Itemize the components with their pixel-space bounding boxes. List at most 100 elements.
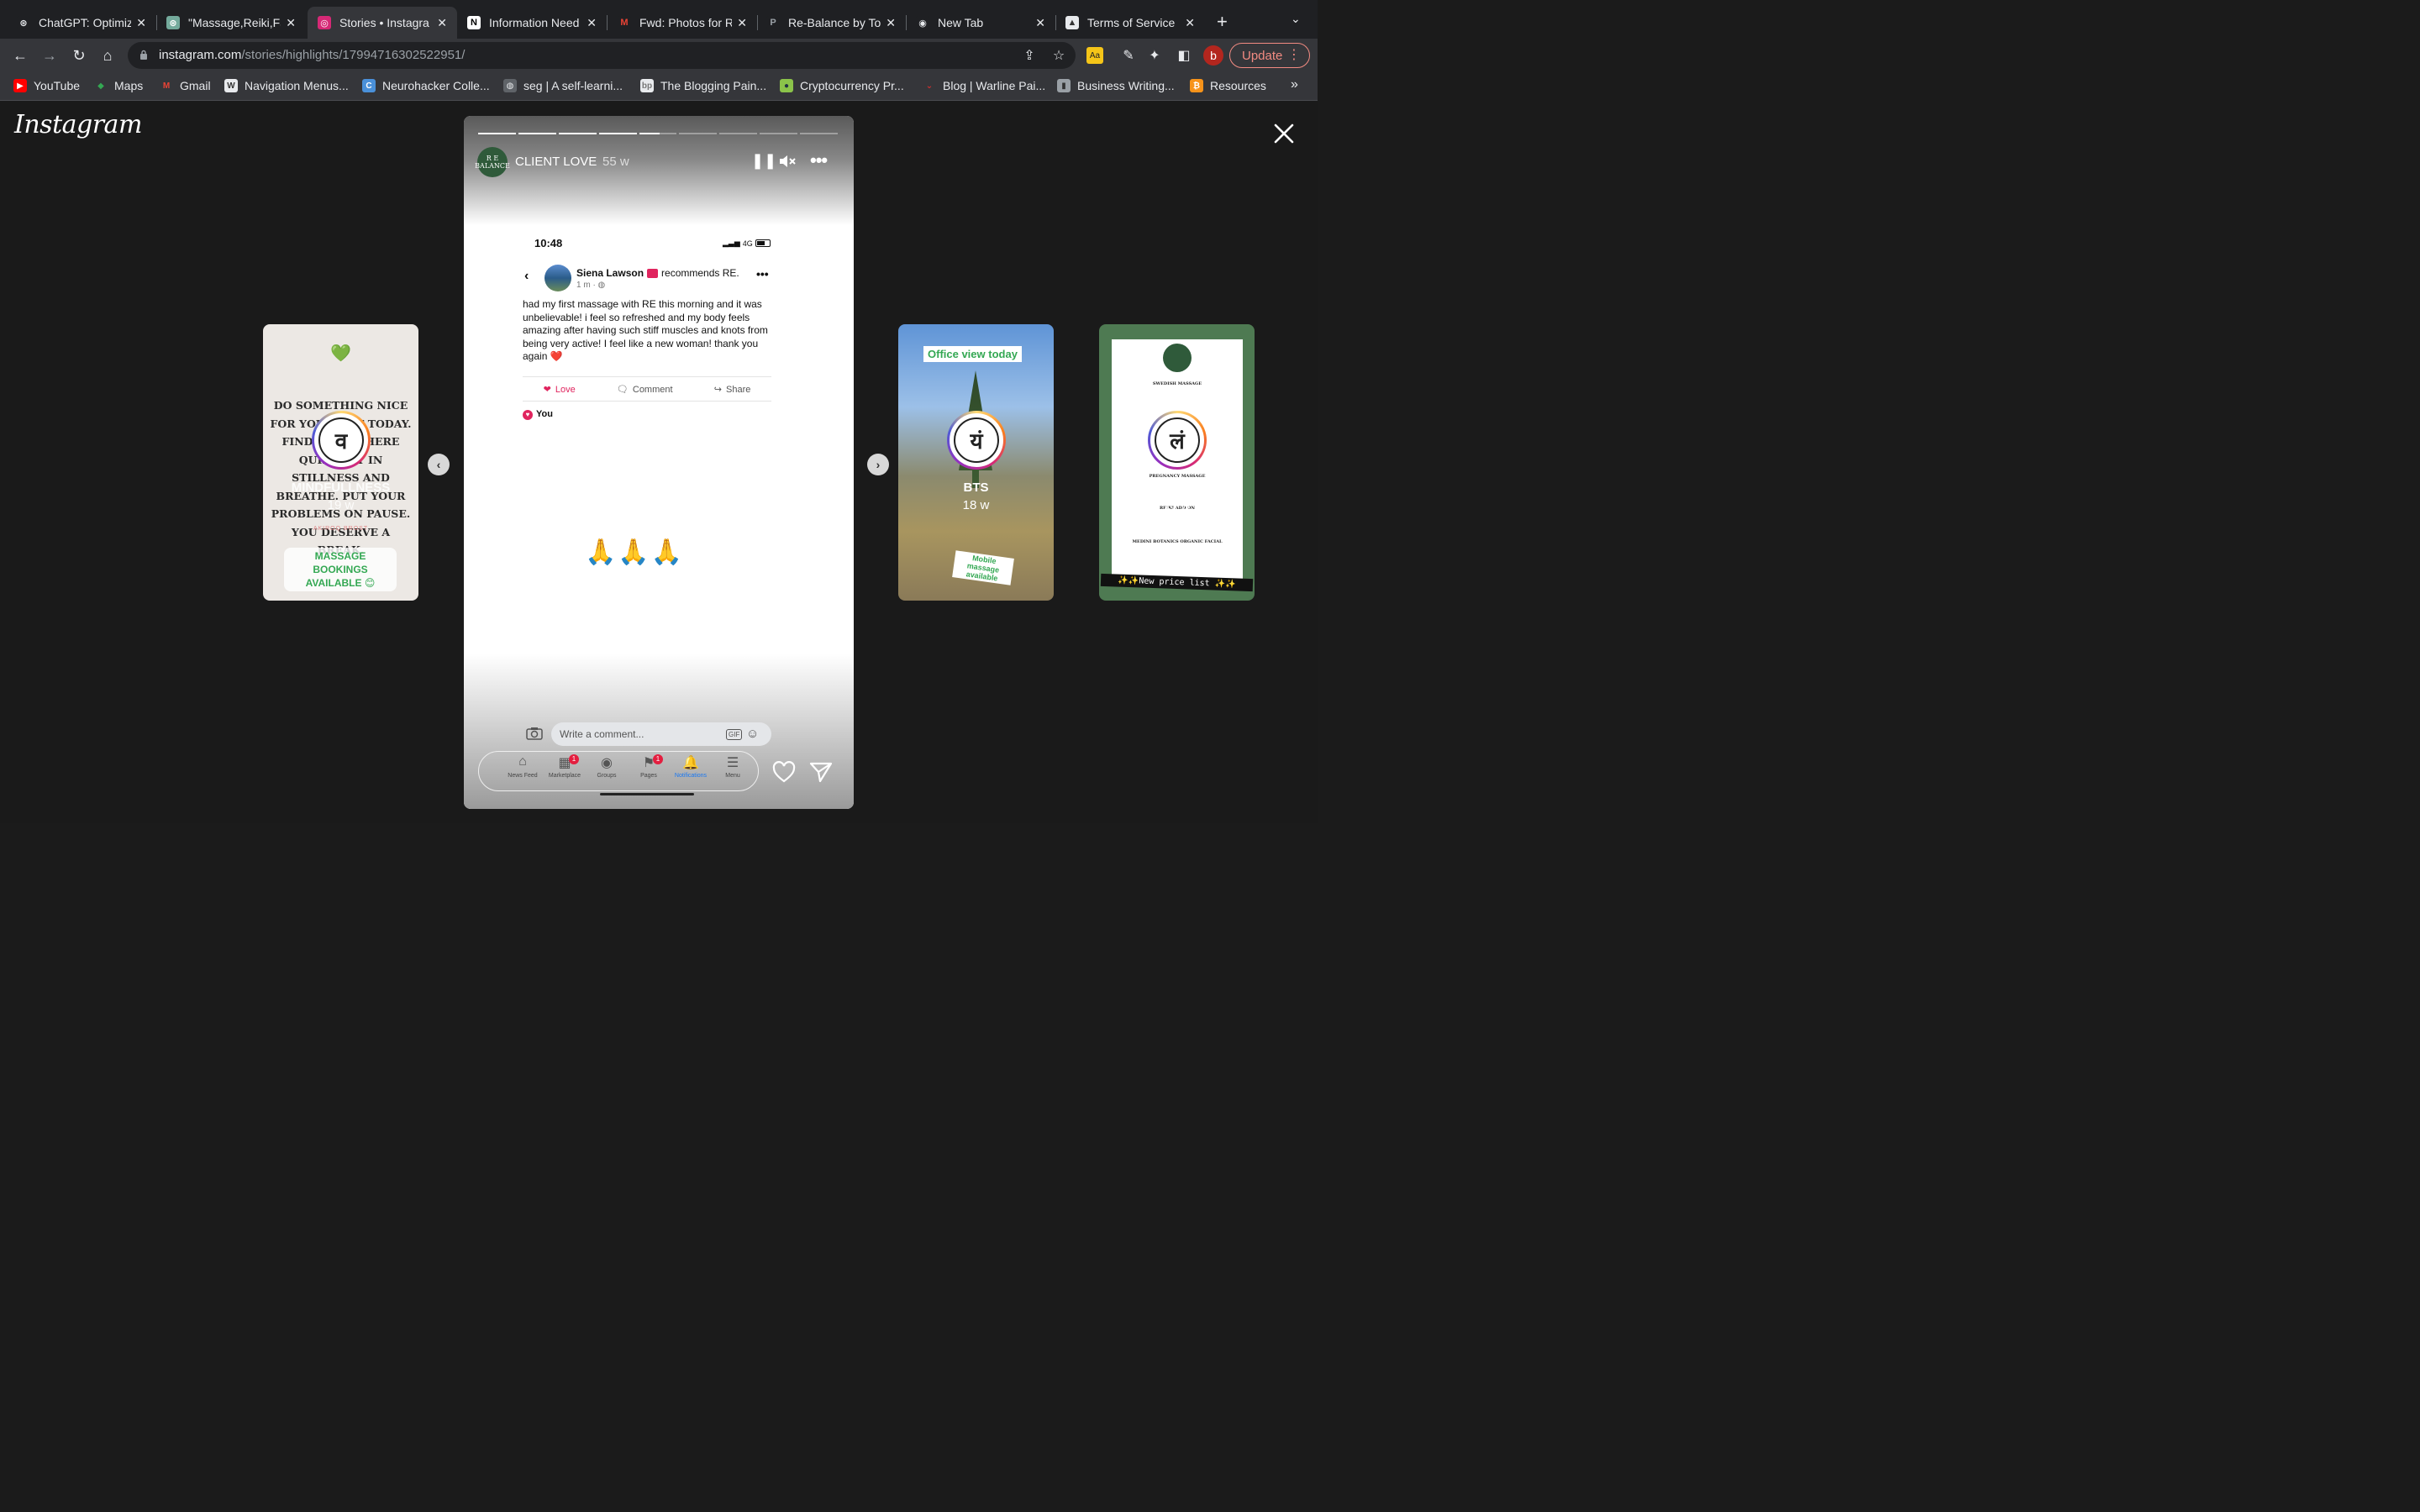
- tab-instagram[interactable]: ◎ Stories • Instagra ✕: [308, 7, 457, 39]
- address-bar[interactable]: instagram.com/stories/highlights/1799471…: [128, 42, 1076, 69]
- home-icon[interactable]: ⌂: [97, 45, 118, 66]
- kebab-menu-icon[interactable]: ⋮: [1287, 46, 1301, 63]
- close-tab-icon[interactable]: ✕: [136, 16, 146, 30]
- send-icon[interactable]: [809, 761, 833, 783]
- love-icon: ❤: [543, 384, 551, 395]
- url-text: instagram.com/stories/highlights/1799471…: [159, 48, 465, 62]
- highlight-card-mindfulness[interactable]: 💚 DO SOMETHING NICE FOR YOURSELF TODAY. …: [263, 324, 418, 601]
- menu-item: PREGNANCY MASSAGE: [1149, 474, 1206, 479]
- close-tab-icon[interactable]: ✕: [587, 16, 597, 30]
- story-avatar[interactable]: R E BALANCE: [475, 147, 510, 177]
- new-tab-icon[interactable]: +: [1217, 11, 1228, 33]
- progress-fill: [639, 133, 660, 134]
- bookmark-item[interactable]: ◆ Maps: [94, 79, 143, 92]
- gif-icon: GIF: [726, 729, 743, 740]
- tab-chatgpt-green[interactable]: ⊛ "Massage,Reiki,Fa ✕: [156, 7, 306, 39]
- highlight-name: BTS: [963, 480, 989, 495]
- bookmark-label: Business Writing...: [1077, 79, 1175, 92]
- bookmark-item[interactable]: ▶ YouTube: [13, 79, 80, 92]
- instagram-logo[interactable]: Instagram: [14, 110, 142, 139]
- dictionary-extension-icon[interactable]: Aa: [1086, 47, 1103, 64]
- emoji-icon: ☺: [746, 727, 760, 741]
- bookmark-item[interactable]: C Neurohacker Colle...: [362, 79, 490, 92]
- bookmarks-overflow-icon[interactable]: »: [1291, 77, 1298, 92]
- highlight-ring: व: [312, 411, 371, 470]
- update-button[interactable]: Update ⋮: [1229, 43, 1310, 68]
- gmail-icon: M: [162, 81, 171, 91]
- mobile-sticker: Mobile massage available: [952, 550, 1014, 585]
- bookmark-item[interactable]: M Gmail: [160, 79, 211, 92]
- neurohacker-icon: C: [362, 79, 376, 92]
- close-tab-icon[interactable]: ✕: [1035, 16, 1045, 30]
- highlight-time: 19 w: [327, 498, 355, 512]
- highlight-card-bts[interactable]: Office view today Mobile massage availab…: [898, 324, 1054, 601]
- progress-segment: [760, 133, 798, 134]
- progress-segment: [478, 133, 516, 134]
- tab-gmail[interactable]: M Fwd: Photos for R ✕: [608, 7, 757, 39]
- love-reaction-icon: ♥: [523, 410, 533, 420]
- fb-nav-item: ▦ Marketplace 1: [544, 754, 586, 791]
- bookmark-item[interactable]: W Navigation Menus...: [224, 79, 349, 92]
- tab-notion[interactable]: N Information Need ✕: [457, 7, 607, 39]
- battery-icon: [755, 239, 771, 247]
- comment-icon: 🗨: [616, 384, 629, 395]
- bookmark-item[interactable]: bp The Blogging Pain...: [640, 79, 766, 92]
- url-path: /stories/highlights/17994716302522951/: [241, 48, 466, 62]
- close-icon[interactable]: [1270, 120, 1297, 147]
- profile-avatar[interactable]: b: [1203, 45, 1223, 66]
- tab-title: "Massage,Reiki,Fa: [188, 16, 281, 29]
- bookmark-star-icon[interactable]: ☆: [1050, 46, 1068, 65]
- tab-chrome[interactable]: ◉ New Tab ✕: [906, 7, 1055, 39]
- notification-badge: 1: [569, 754, 579, 764]
- close-tab-icon[interactable]: ✕: [737, 16, 747, 30]
- menu-item: MEDINI BOTANICS ORGANIC FACIAL: [1132, 539, 1223, 544]
- quote-credit: AKIROQ BROST: [313, 526, 369, 532]
- bookmark-label: Neurohacker Colle...: [382, 79, 490, 92]
- active-story[interactable]: R E BALANCE CLIENT LOVE 55 w ❚❚ ••• 10:4…: [464, 116, 854, 809]
- progress-fill: [518, 133, 556, 134]
- reload-icon[interactable]: ↻: [69, 45, 89, 66]
- like-heart-icon[interactable]: [772, 761, 796, 783]
- tab-doc[interactable]: ▲ Terms of Service ✕: [1055, 7, 1205, 39]
- notification-badge: 1: [653, 754, 663, 764]
- bookmark-label: The Blogging Pain...: [660, 79, 767, 92]
- back-icon[interactable]: ←: [10, 45, 30, 66]
- pen-extension-icon[interactable]: ✎: [1119, 46, 1138, 65]
- fb-nav-label: Groups: [597, 773, 617, 779]
- groups-icon: ◉: [601, 756, 613, 770]
- share-page-icon[interactable]: ⇪: [1020, 46, 1039, 65]
- progress-fill: [558, 133, 597, 134]
- extensions-puzzle-icon[interactable]: ✦: [1145, 46, 1164, 65]
- bookmark-item[interactable]: ▮ Business Writing...: [1057, 79, 1175, 92]
- close-tab-icon[interactable]: ✕: [437, 16, 447, 30]
- more-options-icon[interactable]: •••: [810, 150, 828, 171]
- side-panel-icon[interactable]: ◧: [1175, 46, 1193, 65]
- lock-icon[interactable]: [139, 50, 148, 60]
- bookmark-item[interactable]: ◍ seg | A self-learni...: [503, 79, 623, 92]
- story-username[interactable]: CLIENT LOVE: [515, 155, 597, 169]
- progress-fill: [478, 133, 516, 134]
- highlight-card-treatments[interactable]: SWEDISH MASSAGE PREGNANCY MASSAGE REIKI …: [1099, 324, 1255, 601]
- close-tab-icon[interactable]: ✕: [886, 16, 896, 30]
- bookmark-item[interactable]: ● Cryptocurrency Pr...: [780, 79, 904, 92]
- tab-chatgpt[interactable]: ⊛ ChatGPT: Optimiz ✕: [7, 7, 156, 39]
- highlight-time: 19 w: [1163, 498, 1191, 512]
- pause-icon[interactable]: ❚❚: [751, 152, 776, 170]
- next-story-icon[interactable]: ›: [867, 454, 889, 475]
- bookmark-label: Maps: [114, 79, 144, 92]
- close-tab-icon[interactable]: ✕: [1185, 16, 1195, 30]
- bookmark-label: Cryptocurrency Pr...: [800, 79, 904, 92]
- progress-segment: [679, 133, 718, 134]
- tab-search-icon[interactable]: ⌄: [1291, 12, 1301, 26]
- fb-nav-label: Menu: [725, 773, 740, 779]
- forward-icon[interactable]: →: [39, 45, 60, 66]
- booking-badge: MASSAGE BOOKINGS AVAILABLE 😊: [284, 548, 397, 591]
- close-tab-icon[interactable]: ✕: [286, 16, 296, 30]
- mute-icon[interactable]: [778, 154, 797, 169]
- tab-title: Stories • Instagra: [339, 16, 429, 29]
- bookmark-label: Blog | Warline Pai...: [943, 79, 1046, 92]
- tab-page[interactable]: P Re-Balance by To ✕: [756, 7, 906, 39]
- bookmark-item[interactable]: ⌄ Blog | Warline Pai...: [923, 79, 1045, 92]
- previous-story-icon[interactable]: ‹: [428, 454, 450, 475]
- bookmark-item[interactable]: ₿ Resources: [1190, 79, 1266, 92]
